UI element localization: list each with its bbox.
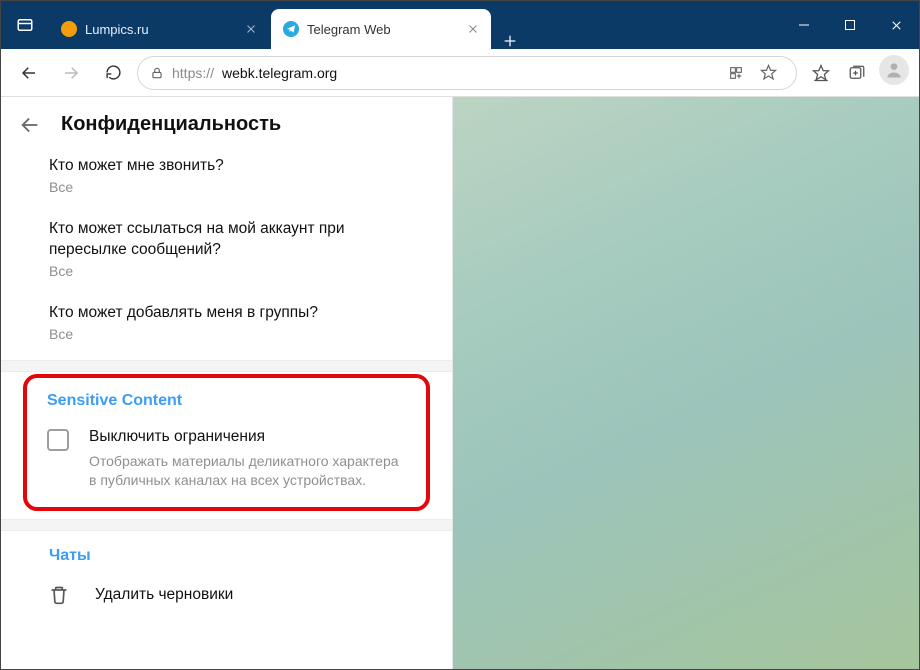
setting-forward-link[interactable]: Кто может ссылаться на мой аккаунт при п… — [1, 207, 452, 291]
setting-label: Кто может ссылаться на мой аккаунт при п… — [49, 219, 404, 261]
setting-add-to-groups[interactable]: Кто может добавлять меня в группы? Все — [1, 291, 452, 354]
setting-value: Все — [49, 179, 404, 195]
nav-refresh-button[interactable] — [95, 55, 131, 91]
divider — [1, 360, 452, 372]
minimize-button[interactable] — [781, 1, 827, 49]
panel-back-button[interactable] — [19, 114, 41, 136]
favicon-telegram — [283, 21, 299, 37]
url-host: webk.telegram.org — [222, 65, 337, 81]
sensitive-content-highlight: Sensitive Content Выключить ограничения … — [23, 374, 430, 511]
url-scheme: https:// — [172, 65, 214, 81]
new-tab-button[interactable] — [493, 33, 527, 49]
settings-panel: Конфиденциальность Кто может мне звонить… — [1, 97, 453, 669]
favorite-star-icon[interactable] — [760, 64, 784, 81]
setting-value: Все — [49, 326, 404, 342]
content-area: Конфиденциальность Кто может мне звонить… — [1, 97, 919, 669]
disable-restrictions-row[interactable]: Выключить ограничения Отображать материа… — [33, 414, 418, 495]
action-label: Удалить черновики — [95, 586, 233, 604]
maximize-button[interactable] — [827, 1, 873, 49]
nav-forward-button[interactable] — [53, 55, 89, 91]
toolbar: https:// webk.telegram.org — [1, 49, 919, 97]
checkbox-text: Выключить ограничения Отображать материа… — [89, 428, 404, 491]
tab-overview-button[interactable] — [1, 1, 49, 49]
trash-icon — [49, 585, 69, 605]
close-window-button[interactable] — [873, 1, 919, 49]
chat-background — [453, 97, 919, 669]
close-icon[interactable] — [245, 23, 257, 35]
tab-telegram-web[interactable]: Telegram Web — [271, 9, 491, 49]
favorites-icon[interactable] — [803, 55, 839, 91]
page-title: Конфиденциальность — [61, 113, 281, 136]
tab-title: Lumpics.ru — [85, 22, 237, 37]
profile-avatar[interactable] — [879, 55, 909, 85]
section-title-sensitive: Sensitive Content — [33, 392, 418, 414]
panel-header: Конфиденциальность — [1, 97, 452, 144]
tabs-strip: Lumpics.ru Telegram Web — [49, 1, 781, 49]
lock-icon — [150, 66, 164, 80]
delete-drafts-row[interactable]: Удалить черновики — [1, 575, 452, 621]
divider — [1, 519, 452, 531]
nav-back-button[interactable] — [11, 55, 47, 91]
section-title-chats: Чаты — [1, 531, 452, 575]
setting-label: Кто может добавлять меня в группы? — [49, 303, 404, 324]
favicon-lumpics — [61, 21, 77, 37]
checkbox-label: Выключить ограничения — [89, 428, 404, 446]
disable-restrictions-checkbox[interactable] — [47, 429, 69, 451]
collections-icon[interactable] — [839, 55, 875, 91]
tab-title: Telegram Web — [307, 22, 459, 37]
close-icon[interactable] — [467, 23, 479, 35]
setting-label: Кто может мне звонить? — [49, 156, 404, 177]
tab-lumpics[interactable]: Lumpics.ru — [49, 9, 269, 49]
checkbox-description: Отображать материалы деликатного характе… — [89, 452, 404, 491]
window-controls — [781, 1, 919, 49]
extensions-icon[interactable] — [728, 65, 752, 81]
setting-value: Все — [49, 263, 404, 279]
address-bar[interactable]: https:// webk.telegram.org — [137, 56, 797, 90]
toolbar-right — [803, 55, 909, 91]
setting-who-can-call[interactable]: Кто может мне звонить? Все — [1, 144, 452, 207]
titlebar: Lumpics.ru Telegram Web — [1, 1, 919, 49]
